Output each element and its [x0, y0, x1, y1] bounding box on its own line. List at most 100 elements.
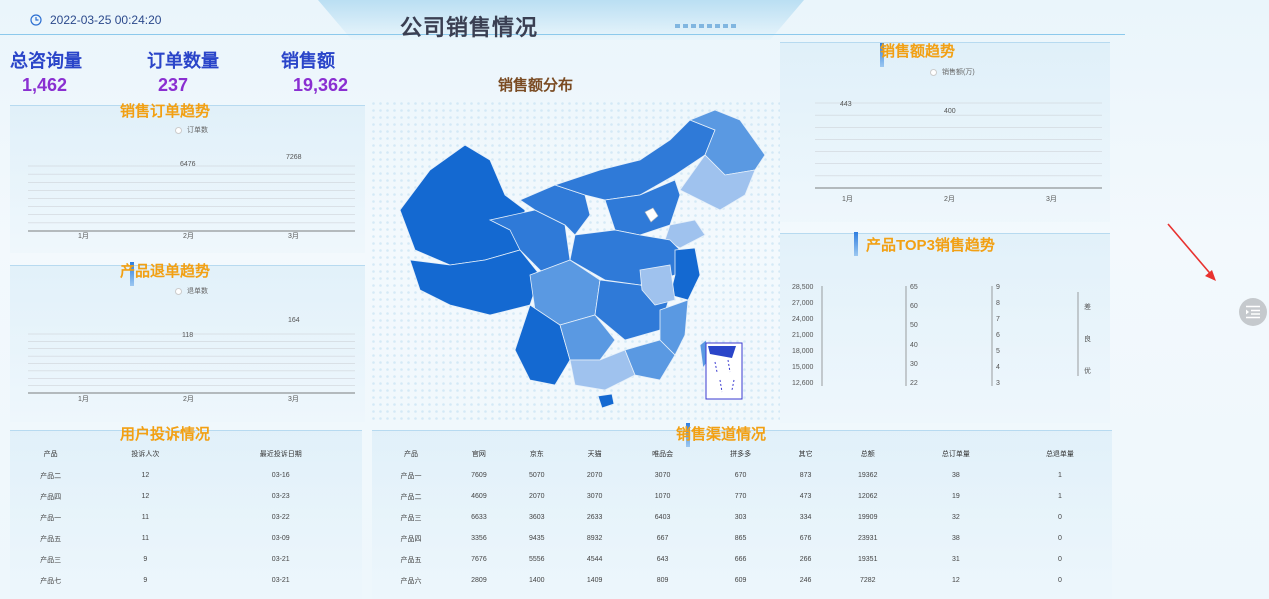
x-tick-mar: 3月 [1046, 196, 1057, 203]
table-cell: 7609 [471, 472, 487, 479]
table-cell: 产品二 [40, 472, 62, 480]
table-cell: 0 [1057, 514, 1062, 521]
axis-tick-label: 22 [910, 380, 918, 387]
table-row[interactable]: 产品一 11 03-22 [10, 507, 362, 528]
axis-tick-label: 28,500 [792, 284, 814, 291]
axis-tick-label: 50 [910, 322, 918, 330]
table-row[interactable]: 产品四 3356 9435 8932 667 865 676 23931 38 0 [372, 528, 1112, 549]
legend-dot [175, 287, 182, 295]
axis-tick-label: 4 [996, 364, 1000, 371]
sales-trend-label-feb: 400 [944, 108, 956, 115]
complaints-title: 用户投诉情况 [120, 426, 211, 443]
table-cell: 865 [734, 535, 747, 542]
table-cell: 246 [799, 577, 812, 584]
table-cell: 873 [799, 472, 812, 479]
axis-tick-label: 15,000 [792, 364, 814, 371]
table-cell: 334 [799, 514, 812, 521]
table-cell: 产品五 [400, 556, 422, 564]
table-row[interactable]: 产品六 2809 1400 1409 809 609 246 7282 12 0 [372, 570, 1112, 591]
axis-tick-label: 27,000 [792, 300, 814, 307]
table-cell: 03-16 [271, 472, 290, 479]
table-cell: 产品三 [400, 514, 422, 522]
table-cell: 670 [734, 472, 747, 479]
table-cell: 9 [143, 556, 148, 563]
kpi-label-sales: 销售额 [281, 51, 335, 71]
table-cell: 11 [141, 535, 149, 542]
table-cell: 03-22 [271, 514, 290, 521]
table-cell: 2809 [471, 577, 487, 584]
col-header[interactable]: 投诉人次 [91, 443, 199, 465]
table-cell: 2070 [586, 472, 603, 479]
order-trend-legend[interactable]: 订单数 [175, 125, 208, 135]
table-row[interactable]: 产品三 9 03-21 [10, 549, 362, 570]
col-header[interactable]: 天猫 [566, 443, 624, 465]
table-cell: 0 [1057, 577, 1062, 584]
table-row[interactable]: 产品五 11 03-09 [10, 528, 362, 549]
top3-panel: 产品TOP3销售趋势 28,500 27,000 24,000 21,000 18,00… [780, 232, 1110, 423]
table-row[interactable]: 产品四 12 03-23 [10, 486, 362, 507]
datetime-display: 2022-03-25 00:24:20 [30, 13, 161, 27]
table-cell: 32 [951, 514, 960, 521]
x-tick-feb: 2月 [183, 233, 194, 240]
return-trend-label-mar: 164 [288, 317, 300, 324]
table-row[interactable]: 产品三 6633 3603 2633 6403 303 334 19909 32 0 [372, 507, 1112, 528]
table-row[interactable]: 产品七 9 03-21 [10, 570, 362, 591]
table-cell: 473 [799, 493, 812, 500]
table-cell: 6633 [471, 514, 487, 521]
col-header[interactable]: 产品 [10, 443, 91, 465]
col-header[interactable]: 总订单量 [904, 443, 1008, 465]
table-cell: 12 [141, 472, 150, 479]
red-arrow-annotation [1167, 223, 1216, 281]
col-header[interactable]: 唯品会 [624, 443, 702, 465]
table-cell: 38 [951, 535, 960, 542]
table-cell: 3070 [586, 493, 603, 500]
kpi-value-inquiries: 1,462 [22, 75, 68, 95]
axis-tick-label: 21,000 [792, 332, 814, 339]
complaints-panel: 用户投诉情况 产品 投诉人次 最近投诉日期 产品二 12 03-16 产品四 12 03-… [10, 426, 362, 599]
table-cell: 770 [734, 493, 747, 500]
col-header[interactable]: 拼多多 [702, 443, 780, 465]
col-header[interactable]: 京东 [508, 443, 566, 465]
sales-trend-legend[interactable]: 销售额(万) [930, 67, 975, 77]
table-header-row: 产品 投诉人次 最近投诉日期 [10, 443, 362, 465]
table-row[interactable]: 产品二 4609 2070 3070 1070 770 473 12062 19 1 [372, 486, 1112, 507]
table-cell: 产品六 [400, 577, 422, 585]
table-cell: 676 [799, 535, 812, 542]
col-header[interactable]: 产品 [372, 443, 450, 465]
x-tick-feb: 2月 [183, 396, 194, 403]
sales-trend-panel: 销售额趋势 销售额(万) 443 400 1月 2月 3月 [780, 42, 1110, 222]
col-header[interactable]: 官网 [450, 443, 508, 465]
table-row[interactable]: 产品一 7609 5070 2070 3070 670 873 19362 38 1 [372, 465, 1112, 486]
col-header[interactable]: 总额 [832, 443, 904, 465]
axis-tick-label: 65 [910, 284, 918, 291]
table-cell: 19362 [858, 472, 878, 479]
return-trend-legend[interactable]: 退单数 [175, 286, 208, 296]
x-tick-mar: 3月 [288, 396, 299, 403]
table-cell: 303 [734, 514, 747, 521]
col-header[interactable]: 总退单量 [1008, 443, 1112, 465]
side-menu-button[interactable] [1239, 298, 1267, 326]
axis-tick-label: 40 [910, 341, 918, 349]
x-tick-jan: 1月 [78, 396, 89, 403]
axis-tick-label: 5 [996, 348, 1000, 355]
table-cell: 809 [656, 577, 669, 584]
table-cell: 产品五 [40, 535, 62, 543]
table-row[interactable]: 产品二 12 03-16 [10, 465, 362, 486]
china-sales-map [370, 100, 780, 420]
table-cell: 03-23 [271, 493, 290, 500]
table-cell: 23931 [858, 535, 878, 542]
kpi-label-inquiries: 总咨询量 [10, 51, 82, 71]
page-title: 公司销售情况 [400, 15, 539, 40]
table-cell: 5070 [529, 472, 545, 479]
order-trend-title: 销售订单趋势 [120, 103, 211, 120]
table-cell: 3070 [654, 472, 671, 479]
col-header[interactable]: 最近投诉日期 [200, 443, 362, 465]
axis-tick-label: 30 [910, 360, 918, 368]
col-header[interactable]: 其它 [780, 443, 832, 465]
table-row[interactable]: 产品五 7676 5556 4544 643 666 266 19351 31 0 [372, 549, 1112, 570]
return-trend-panel: 产品退单趋势 退单数 118 164 1月 2月 3月 [10, 262, 365, 422]
channels-table: 产品 官网 京东 天猫 唯品会 拼多多 其它 总额 总订单量 总退单量 产品一 7609 5070 20… [372, 443, 1112, 591]
order-trend-chart [28, 165, 355, 232]
rating-excellent: 优 [1084, 368, 1091, 375]
header-decoration [675, 24, 736, 28]
